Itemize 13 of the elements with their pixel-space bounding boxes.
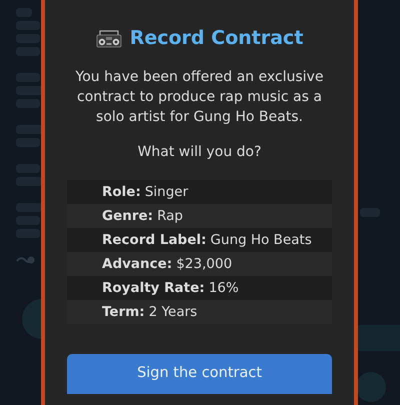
sign-button[interactable]: Sign the contract	[67, 354, 332, 394]
boombox-icon	[96, 28, 122, 48]
detail-row: Term: 2 Years	[67, 300, 332, 324]
detail-row: Record Label: Gung Ho Beats	[67, 228, 332, 252]
dialog-message: You have been offered an exclusive contract to produce rap music as a solo artist for Gung Ho Beats.	[74, 68, 324, 127]
detail-row: Genre: Rap	[67, 204, 332, 228]
dialog-title: Record Contract	[130, 27, 304, 49]
round-button[interactable]	[356, 372, 386, 402]
dialog-question: What will you do?	[138, 144, 262, 160]
wave-icon	[16, 255, 36, 265]
detail-row: Royalty Rate: 16%	[67, 276, 332, 300]
detail-row: Advance: $23,000	[67, 252, 332, 276]
detail-row: Role: Singer	[67, 180, 332, 204]
